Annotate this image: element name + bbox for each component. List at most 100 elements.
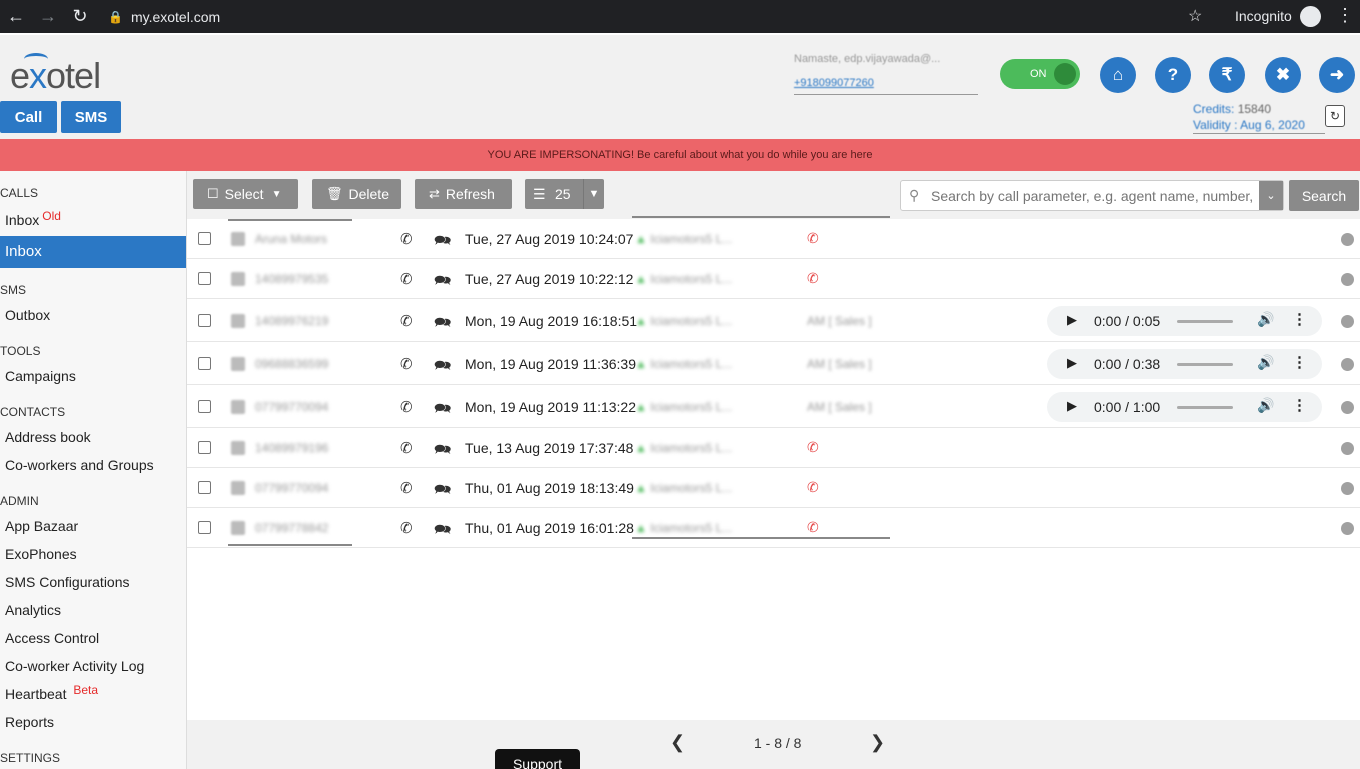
caller-info[interactable]: 09688836599 bbox=[229, 342, 349, 382]
call-button[interactable]: Call bbox=[0, 101, 57, 133]
more-options-icon[interactable]: ⋮ bbox=[1292, 310, 1307, 328]
chat-icon[interactable]: 🗪 bbox=[434, 230, 451, 254]
sidebar-item-analytics[interactable]: Analytics bbox=[5, 602, 61, 618]
audio-player[interactable]: ▶ 0:00 / 0:38 🔊 ⋮ bbox=[1047, 349, 1322, 379]
volume-icon[interactable]: 🔊 bbox=[1257, 397, 1274, 414]
sidebar-item-inbox-old[interactable]: Inbox Old bbox=[5, 209, 61, 228]
row-checkbox[interactable] bbox=[198, 400, 211, 413]
phone-icon[interactable]: ✆ bbox=[400, 230, 413, 248]
audio-progress-slider[interactable] bbox=[1177, 320, 1233, 323]
row-checkbox[interactable] bbox=[198, 521, 211, 534]
forward-icon[interactable]: → bbox=[32, 6, 64, 27]
phone-icon[interactable]: ✆ bbox=[400, 519, 413, 537]
phone-icon[interactable]: ✆ bbox=[400, 479, 413, 497]
reload-icon[interactable]: ↻ bbox=[64, 6, 96, 27]
table-row[interactable]: 09688836599 ✆ 🗪 Mon, 19 Aug 2019 11:36:3… bbox=[187, 342, 1360, 385]
sidebar-item-reports[interactable]: Reports bbox=[5, 714, 54, 730]
phone-icon[interactable]: ✆ bbox=[400, 355, 413, 373]
sidebar-item-inbox[interactable]: Inbox bbox=[0, 236, 186, 268]
search-input[interactable] bbox=[931, 185, 1257, 207]
back-icon[interactable]: ← bbox=[0, 6, 32, 27]
volume-icon[interactable]: 🔊 bbox=[1257, 354, 1274, 371]
more-options-icon[interactable]: ⋮ bbox=[1292, 396, 1307, 414]
user-info[interactable]: Namaste, edp.vijayawada@... +91809907726… bbox=[794, 53, 978, 95]
chat-icon[interactable]: 🗪 bbox=[434, 479, 451, 503]
play-icon[interactable]: ▶ bbox=[1067, 355, 1077, 371]
chat-icon[interactable]: 🗪 bbox=[434, 398, 451, 422]
help-icon[interactable]: ? bbox=[1155, 57, 1191, 93]
caller-info[interactable]: Aruna Motors bbox=[229, 219, 349, 259]
caller-info[interactable]: 07799770094 bbox=[229, 385, 349, 425]
audio-progress-slider[interactable] bbox=[1177, 363, 1233, 366]
sms-button[interactable]: SMS bbox=[61, 101, 121, 133]
sidebar-item-address-book[interactable]: Address book bbox=[5, 429, 91, 445]
agent-name: ▲ Iciamotors5 L... bbox=[635, 481, 732, 495]
chat-icon[interactable]: 🗪 bbox=[434, 355, 451, 379]
delete-button[interactable]: 🗑 Delete bbox=[312, 179, 401, 209]
sidebar-heading-tools: TOOLS bbox=[0, 344, 41, 358]
tools-icon[interactable]: ✖ bbox=[1265, 57, 1301, 93]
next-page-icon[interactable]: ❯ bbox=[870, 732, 885, 753]
sidebar-item-campaigns[interactable]: Campaigns bbox=[5, 368, 76, 384]
table-row[interactable]: 14089979535 ✆ 🗪 Tue, 27 Aug 2019 10:22:1… bbox=[187, 259, 1360, 299]
sidebar-item-app-bazaar[interactable]: App Bazaar bbox=[5, 518, 78, 534]
table-row[interactable]: 07799770094 ✆ 🗪 Thu, 01 Aug 2019 18:13:4… bbox=[187, 468, 1360, 508]
prev-page-icon[interactable]: ❮ bbox=[670, 732, 685, 753]
caller-info[interactable]: 07799778842 bbox=[229, 508, 349, 548]
refresh-credits-icon[interactable]: ↻ bbox=[1325, 105, 1345, 127]
phone-icon[interactable]: ✆ bbox=[400, 439, 413, 457]
availability-toggle[interactable]: ON bbox=[1000, 59, 1080, 89]
bookmark-star-icon[interactable]: ☆ bbox=[1188, 6, 1202, 26]
sidebar-item-sms-config[interactable]: SMS Configurations bbox=[5, 574, 130, 590]
phone-icon[interactable]: ✆ bbox=[400, 398, 413, 416]
sidebar-item-activity-log[interactable]: Co-worker Activity Log bbox=[5, 658, 144, 674]
select-button[interactable]: ☐ Select ▼ bbox=[193, 179, 298, 209]
audio-player[interactable]: ▶ 0:00 / 0:05 🔊 ⋮ bbox=[1047, 306, 1322, 336]
audio-player[interactable]: ▶ 0:00 / 1:00 🔊 ⋮ bbox=[1047, 392, 1322, 422]
row-checkbox[interactable] bbox=[198, 481, 211, 494]
logout-icon[interactable]: ➜ bbox=[1319, 57, 1355, 93]
row-checkbox[interactable] bbox=[198, 232, 211, 245]
search-options-dropdown-icon[interactable]: ⌄ bbox=[1259, 181, 1283, 210]
phone-icon[interactable]: ✆ bbox=[400, 270, 413, 288]
phone-icon[interactable]: ✆ bbox=[400, 312, 413, 330]
table-row[interactable]: 14089979196 ✆ 🗪 Tue, 13 Aug 2019 17:37:4… bbox=[187, 428, 1360, 468]
row-checkbox[interactable] bbox=[198, 441, 211, 454]
user-number[interactable]: +918099077260 bbox=[794, 77, 978, 89]
search-button[interactable]: Search bbox=[1289, 180, 1359, 211]
row-checkbox[interactable] bbox=[198, 357, 211, 370]
caret-down-icon[interactable]: ▼ bbox=[583, 179, 604, 209]
chat-icon[interactable]: 🗪 bbox=[434, 439, 451, 463]
support-button[interactable]: Support bbox=[495, 749, 580, 769]
sidebar-item-outbox[interactable]: Outbox bbox=[5, 307, 50, 323]
chat-icon[interactable]: 🗪 bbox=[434, 312, 451, 336]
chat-icon[interactable]: 🗪 bbox=[434, 270, 451, 294]
play-icon[interactable]: ▶ bbox=[1067, 312, 1077, 328]
sidebar-item-heartbeat[interactable]: Heartbeat Beta bbox=[5, 683, 98, 702]
volume-icon[interactable]: 🔊 bbox=[1257, 311, 1274, 328]
page-size-select[interactable]: ☰ 25 ▼ bbox=[525, 179, 604, 209]
refresh-button[interactable]: ⇄ Refresh bbox=[415, 179, 512, 209]
caller-info[interactable]: 07799770094 bbox=[229, 468, 349, 508]
browser-menu-icon[interactable]: ⋮ bbox=[1336, 5, 1354, 26]
caller-info[interactable]: 14089976219 bbox=[229, 299, 349, 339]
audio-progress-slider[interactable] bbox=[1177, 406, 1233, 409]
sidebar-item-access-control[interactable]: Access Control bbox=[5, 630, 99, 646]
address-bar[interactable]: my.exotel.com bbox=[131, 9, 220, 25]
chat-icon[interactable]: 🗪 bbox=[434, 519, 451, 543]
exotel-logo[interactable]: exotel bbox=[10, 55, 101, 97]
caller-info[interactable]: 14089979196 bbox=[229, 428, 349, 468]
more-options-icon[interactable]: ⋮ bbox=[1292, 353, 1307, 371]
home-icon[interactable]: ⌂ bbox=[1100, 57, 1136, 93]
table-row[interactable]: 14089976219 ✆ 🗪 Mon, 19 Aug 2019 16:18:5… bbox=[187, 299, 1360, 342]
sidebar-item-exophones[interactable]: ExoPhones bbox=[5, 546, 77, 562]
rupee-icon[interactable]: ₹ bbox=[1209, 57, 1245, 93]
caller-info[interactable]: 14089979535 bbox=[229, 259, 349, 299]
table-row[interactable]: 07799778842 ✆ 🗪 Thu, 01 Aug 2019 16:01:2… bbox=[187, 508, 1360, 548]
table-row[interactable]: Aruna Motors ✆ 🗪 Tue, 27 Aug 2019 10:24:… bbox=[187, 219, 1360, 259]
table-row[interactable]: 07799770094 ✆ 🗪 Mon, 19 Aug 2019 11:13:2… bbox=[187, 385, 1360, 428]
row-checkbox[interactable] bbox=[198, 272, 211, 285]
play-icon[interactable]: ▶ bbox=[1067, 398, 1077, 414]
sidebar-item-coworkers[interactable]: Co-workers and Groups bbox=[5, 457, 154, 473]
row-checkbox[interactable] bbox=[198, 314, 211, 327]
